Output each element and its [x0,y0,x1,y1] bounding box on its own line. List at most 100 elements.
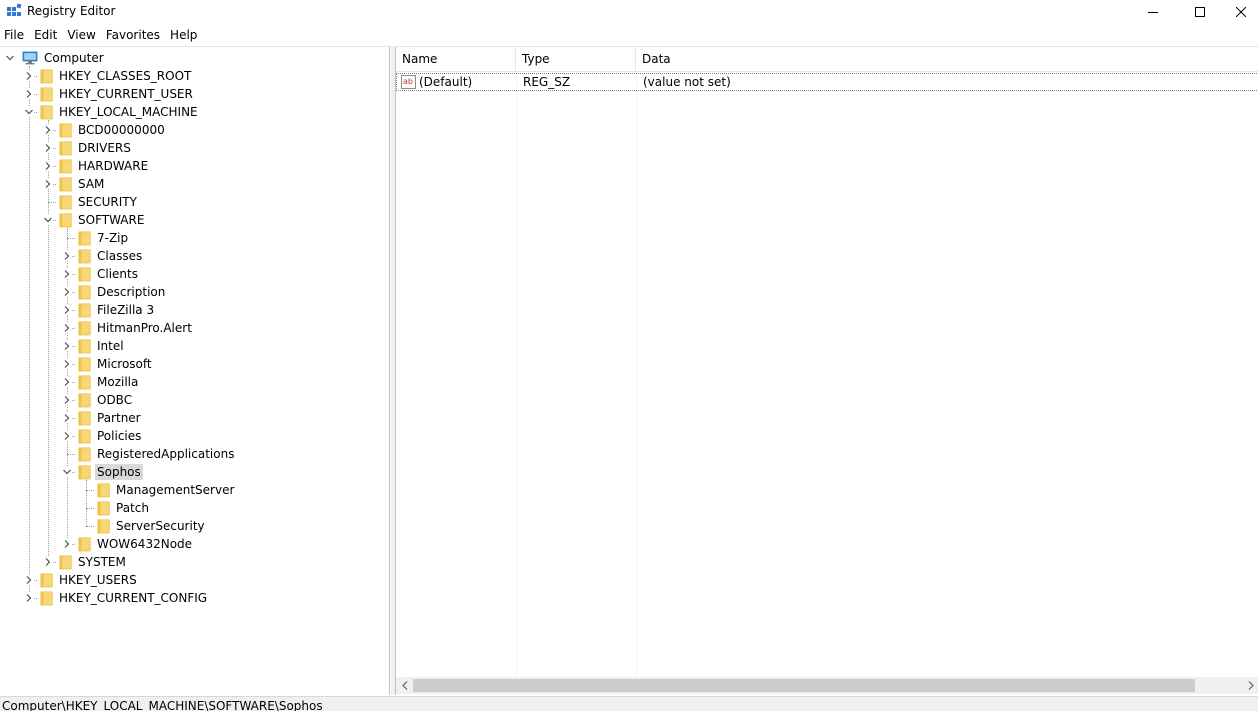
tree-node-label[interactable]: SAM [76,176,106,192]
column-header-type[interactable]: Type [516,47,636,72]
chevron-right-icon[interactable] [43,161,53,171]
chevron-right-icon[interactable] [62,287,72,297]
tree-node-label[interactable]: SECURITY [76,194,139,210]
tree-node-label[interactable]: Clients [95,266,140,282]
tree-node-label[interactable]: DRIVERS [76,140,133,156]
registry-tree[interactable]: Computer HKEY_CLASSES_ROOT HKEY_CURRENT_US… [0,46,390,695]
tree-node-label[interactable]: WOW6432Node [95,536,194,552]
tree-node-label[interactable]: Partner [95,410,143,426]
tree-node-label[interactable]: ManagementServer [114,482,236,498]
scroll-left-button[interactable] [396,677,413,694]
chevron-right-icon[interactable] [62,305,72,315]
tree-node[interactable]: FileZilla 3 [0,301,389,319]
chevron-right-icon[interactable] [43,179,53,189]
tree-node-label[interactable]: SOFTWARE [76,212,146,228]
horizontal-scrollbar[interactable] [396,677,1258,694]
tree-node-label[interactable]: HitmanPro.Alert [95,320,194,336]
chevron-right-icon[interactable] [43,557,53,567]
minimize-button[interactable] [1130,0,1176,24]
chevron-right-icon[interactable] [62,431,72,441]
tree-node[interactable]: Policies [0,427,389,445]
tree-node-label[interactable]: Mozilla [95,374,140,390]
tree-node[interactable]: Intel [0,337,389,355]
chevron-right-icon[interactable] [24,575,34,585]
chevron-right-icon[interactable] [43,143,53,153]
tree-node-label[interactable]: Sophos [95,464,143,480]
chevron-right-icon[interactable] [62,395,72,405]
tree-node-label[interactable]: Microsoft [95,356,154,372]
tree-node[interactable]: HKEY_LOCAL_MACHINE [0,103,389,121]
tree-node-label[interactable]: HKEY_CLASSES_ROOT [57,68,193,84]
tree-node[interactable]: Mozilla [0,373,389,391]
chevron-right-icon[interactable] [24,593,34,603]
tree-node[interactable]: Patch [0,499,389,517]
tree-node-label[interactable]: HKEY_CURRENT_CONFIG [57,590,209,606]
tree-node-label[interactable]: HKEY_LOCAL_MACHINE [57,104,200,120]
chevron-right-icon[interactable] [62,341,72,351]
tree-node-label[interactable]: Classes [95,248,144,264]
tree-node[interactable]: Partner [0,409,389,427]
chevron-right-icon[interactable] [62,539,72,549]
tree-node-label[interactable]: ODBC [95,392,134,408]
tree-node-label[interactable]: 7-Zip [95,230,130,246]
tree-node[interactable]: Microsoft [0,355,389,373]
values-list[interactable]: Name Type Data ab (Default) REG_SZ (valu… [395,46,1258,695]
tree-node-label[interactable]: HKEY_USERS [57,572,139,588]
tree-node[interactable]: Classes [0,247,389,265]
tree-node[interactable]: BCD00000000 [0,121,389,139]
chevron-right-icon[interactable] [62,323,72,333]
close-button[interactable] [1224,0,1258,24]
tree-node[interactable]: HKEY_CURRENT_CONFIG [0,589,389,607]
menu-file[interactable]: File [0,26,29,45]
tree-node[interactable]: 7-Zip [0,229,389,247]
scroll-thumb[interactable] [413,679,1195,692]
tree-node[interactable]: SOFTWARE [0,211,389,229]
chevron-right-icon[interactable] [43,125,53,135]
tree-node[interactable]: SYSTEM [0,553,389,571]
tree-node[interactable]: Clients [0,265,389,283]
tree-node-label[interactable]: HARDWARE [76,158,150,174]
chevron-right-icon[interactable] [62,359,72,369]
tree-node[interactable]: DRIVERS [0,139,389,157]
tree-node-label[interactable]: BCD00000000 [76,122,167,138]
menu-view[interactable]: View [62,26,100,45]
tree-node-label[interactable]: RegisteredApplications [95,446,236,462]
chevron-right-icon[interactable] [24,89,34,99]
tree-node-label[interactable]: FileZilla 3 [95,302,156,318]
chevron-down-icon[interactable] [24,107,34,117]
tree-node[interactable]: HKEY_CLASSES_ROOT [0,67,389,85]
tree-node-label[interactable]: Intel [95,338,126,354]
tree-node[interactable]: WOW6432Node [0,535,389,553]
scroll-right-button[interactable] [1242,677,1258,694]
tree-node-label[interactable]: SYSTEM [76,554,128,570]
tree-node-label[interactable]: Patch [114,500,151,516]
menu-edit[interactable]: Edit [29,26,62,45]
tree-node[interactable]: SECURITY [0,193,389,211]
tree-node[interactable]: HARDWARE [0,157,389,175]
tree-node-label[interactable]: Policies [95,428,143,444]
tree-node[interactable]: HKEY_CURRENT_USER [0,85,389,103]
tree-node[interactable]: ODBC [0,391,389,409]
maximize-button[interactable] [1177,0,1223,24]
tree-node[interactable]: Computer [0,49,389,67]
tree-node[interactable]: Description [0,283,389,301]
chevron-down-icon[interactable] [62,467,72,477]
chevron-down-icon[interactable] [5,53,15,63]
chevron-right-icon[interactable] [62,251,72,261]
menu-help[interactable]: Help [165,26,202,45]
tree-node[interactable]: HKEY_USERS [0,571,389,589]
tree-node[interactable]: RegisteredApplications [0,445,389,463]
chevron-right-icon[interactable] [62,269,72,279]
list-item[interactable]: ab (Default) REG_SZ (value not set) [396,73,1258,91]
tree-node[interactable]: Sophos [0,463,389,481]
tree-node-label[interactable]: ServerSecurity [114,518,207,534]
tree-node-label[interactable]: Computer [42,50,106,66]
chevron-right-icon[interactable] [24,71,34,81]
tree-node[interactable]: SAM [0,175,389,193]
chevron-right-icon[interactable] [62,377,72,387]
tree-node[interactable]: HitmanPro.Alert [0,319,389,337]
menu-favorites[interactable]: Favorites [101,26,165,45]
chevron-down-icon[interactable] [43,215,53,225]
column-header-name[interactable]: Name [396,47,516,72]
tree-node[interactable]: ServerSecurity [0,517,389,535]
